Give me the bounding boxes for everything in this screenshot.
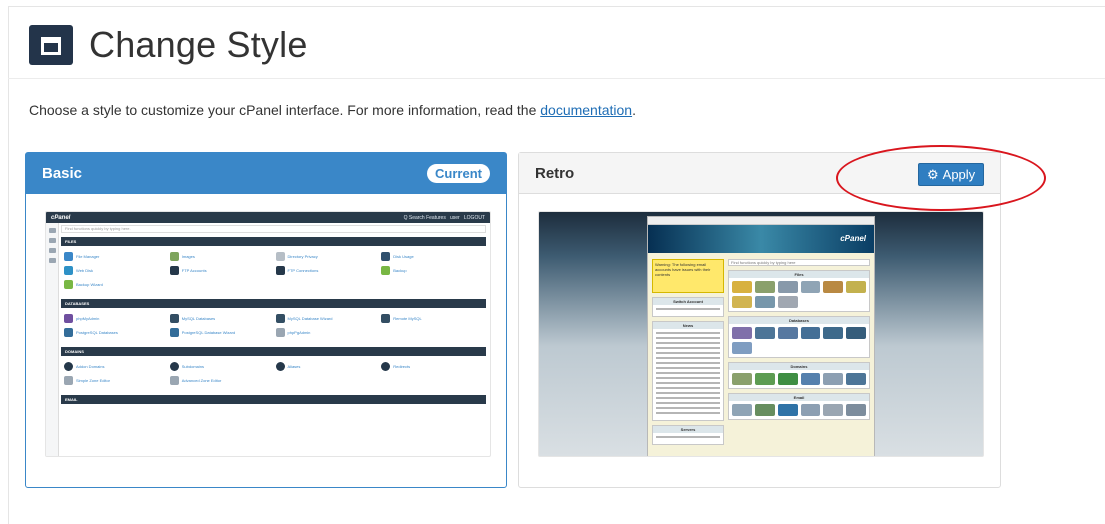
style-card-retro[interactable]: Retro ⚙ Apply cPanel Warning: The follow… — [518, 152, 1001, 488]
mini-domains-section: DOMAINS Addon Domains Subdomains Aliases… — [61, 347, 486, 390]
basic-style-preview: cPanel Q Search Features user LOGOUT Fin… — [45, 211, 491, 457]
page-header: Change Style — [29, 20, 308, 70]
retro-banner: cPanel — [648, 225, 874, 253]
retro-style-preview: cPanel Warning: The following email acco… — [538, 211, 984, 457]
gear-icon: ⚙ — [927, 167, 939, 182]
mini-sidebar — [46, 223, 59, 456]
style-card-basic[interactable]: Basic Current cPanel Q Search Features u… — [25, 152, 507, 488]
style-card-header: Basic Current — [26, 153, 506, 194]
mini-files-section: FILES File Manager Images Directory Priv… — [61, 237, 486, 294]
current-badge: Current — [427, 164, 490, 183]
change-style-icon — [29, 25, 73, 65]
intro-text: Choose a style to customize your cPanel … — [29, 102, 636, 118]
header-divider — [8, 78, 1105, 79]
documentation-link[interactable]: documentation — [540, 102, 632, 118]
mini-top-bar: cPanel Q Search Features user LOGOUT — [46, 212, 490, 223]
apply-style-button[interactable]: ⚙ Apply — [918, 163, 985, 186]
retro-mini-page: cPanel Warning: The following email acco… — [647, 216, 875, 456]
mini-search-field: Find functions quickly by typing here. — [61, 225, 486, 233]
intro-period: . — [632, 102, 636, 118]
mini-databases-section: DATABASES phpMyAdmin MySQL Databases MyS… — [61, 299, 486, 342]
page-title: Change Style — [89, 24, 308, 65]
style-name: Basic — [42, 165, 83, 182]
style-name: Retro — [535, 164, 575, 182]
mini-email-section: EMAIL — [61, 395, 486, 404]
mini-top-actions: Q Search Features user LOGOUT — [403, 214, 485, 221]
mini-content: Find functions quickly by typing here. F… — [61, 225, 486, 456]
mini-cpanel-logo: cPanel — [51, 214, 71, 221]
intro-copy: Choose a style to customize your cPanel … — [29, 102, 541, 118]
apply-label: Apply — [942, 167, 976, 182]
